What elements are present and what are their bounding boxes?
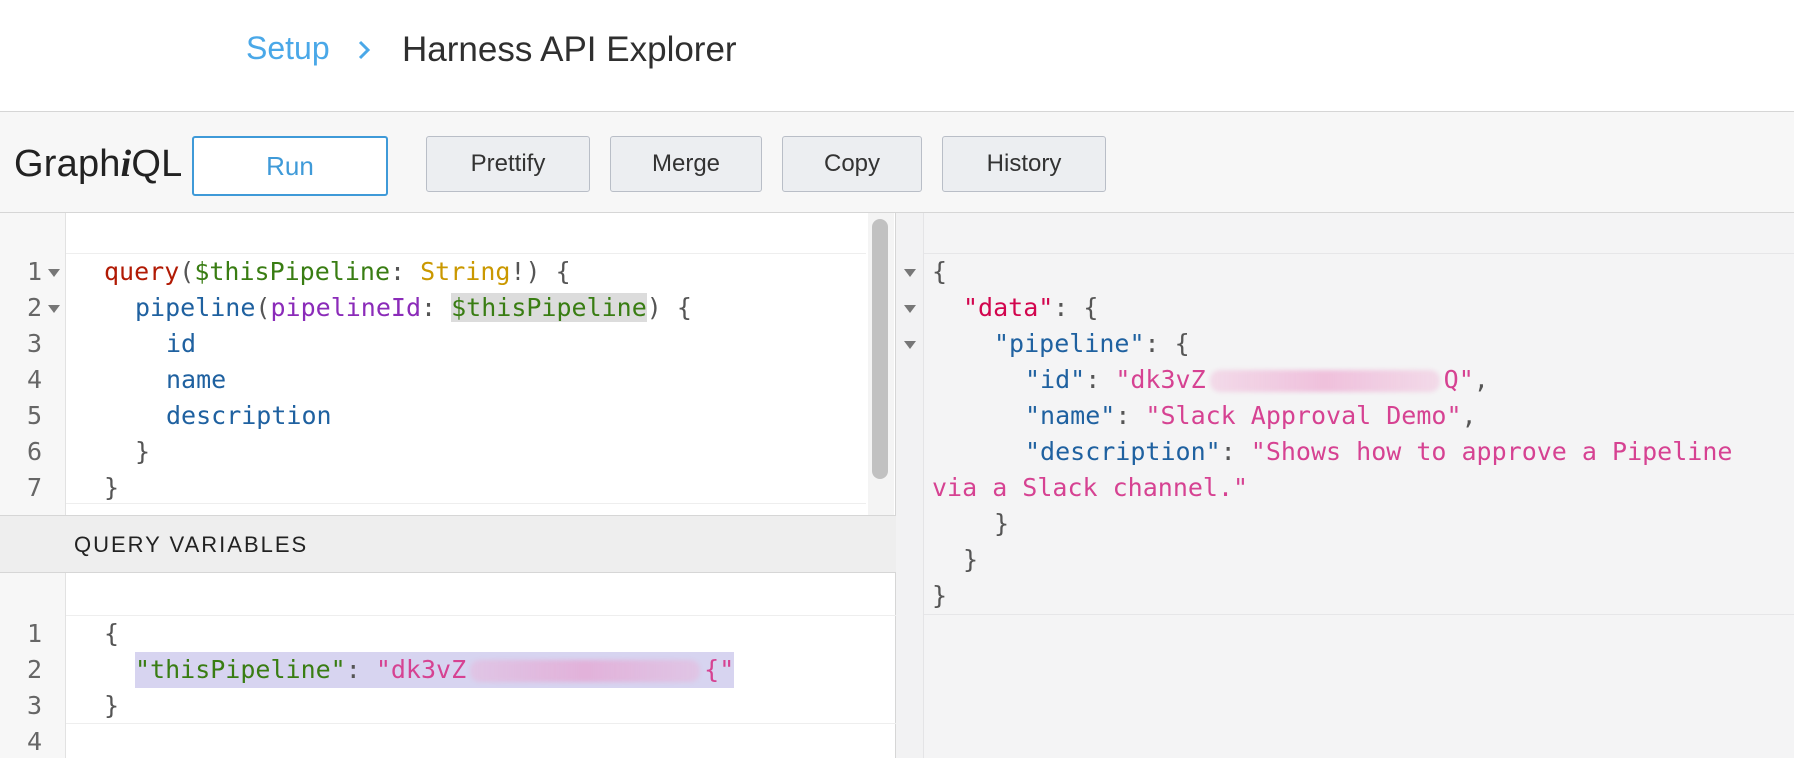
code-line: via a Slack channel." (932, 473, 1249, 502)
page-title: Harness API Explorer (402, 30, 737, 69)
line-number: 2 (26, 293, 42, 322)
line-rule (66, 723, 896, 724)
line-rule (66, 615, 896, 616)
line-number: 3 (26, 329, 42, 358)
line-number: 7 (26, 473, 42, 502)
graphiql-title: GraphiQL (14, 143, 183, 185)
code-line: "thisPipeline": "dk3vZ {" (135, 652, 735, 688)
result-gutter (896, 213, 924, 758)
caret-down-icon[interactable] (904, 341, 916, 349)
code-line: } (104, 691, 120, 720)
chevron-right-icon (358, 40, 371, 60)
caret-down-icon[interactable] (904, 269, 916, 277)
prettify-button[interactable]: Prettify (426, 136, 590, 192)
merge-button[interactable]: Merge (610, 136, 762, 192)
line-rule (924, 614, 1794, 615)
query-variables-title: QUERY VARIABLES (74, 532, 309, 557)
code-line: } (963, 545, 979, 574)
history-button[interactable]: History (942, 136, 1106, 192)
code-line: pipeline(pipelineId: $thisPipeline) { (135, 293, 692, 322)
top-header: Setup Harness API Explorer (0, 0, 1794, 112)
graphiql-toolbar: GraphiQL Run Prettify Merge Copy History (0, 112, 1794, 213)
query-editor-pane[interactable]: 1 2 3 4 5 6 7 query($thisPipeline: Strin… (0, 213, 896, 758)
line-rule (924, 253, 1794, 254)
line-number: 1 (26, 257, 42, 286)
code-line: { (104, 619, 120, 648)
code-line: description (166, 401, 332, 430)
result-viewer[interactable]: { "data": { "pipeline": { "id": "dk3vZ Q"… (896, 213, 1794, 758)
code-line: } (135, 437, 151, 466)
redacted-value (470, 660, 701, 682)
line-number: 3 (26, 691, 42, 720)
line-number: 4 (26, 365, 42, 394)
line-number: 4 (26, 727, 42, 756)
run-button[interactable]: Run (192, 136, 388, 196)
code-line: "data": { (963, 293, 1099, 322)
code-line: name (166, 365, 227, 394)
redacted-value (1209, 370, 1440, 392)
code-line: "name": "Slack Approval Demo", (1025, 401, 1477, 430)
line-number: 6 (26, 437, 42, 466)
copy-button[interactable]: Copy (782, 136, 922, 192)
code-line: "description": "Shows how to approve a P… (1025, 437, 1733, 466)
code-line: } (994, 509, 1010, 538)
code-line: id (166, 329, 197, 358)
code-line: "id": "dk3vZ Q", (1025, 365, 1489, 394)
caret-down-icon[interactable] (904, 305, 916, 313)
line-number: 5 (26, 401, 42, 430)
code-line: { (932, 257, 948, 286)
line-rule (66, 503, 866, 504)
query-variables-toggle[interactable]: QUERY VARIABLES (0, 515, 896, 573)
line-number: 2 (26, 655, 42, 684)
caret-down-icon[interactable] (48, 269, 60, 277)
code-line: query($thisPipeline: String!) { (104, 257, 571, 286)
code-line: } (104, 473, 120, 502)
code-line: } (932, 581, 948, 610)
caret-down-icon[interactable] (48, 305, 60, 313)
editor-scrollbar[interactable] (872, 219, 888, 479)
code-line: "pipeline": { (994, 329, 1190, 358)
breadcrumb-setup-link[interactable]: Setup (246, 30, 330, 67)
line-number: 1 (26, 619, 42, 648)
